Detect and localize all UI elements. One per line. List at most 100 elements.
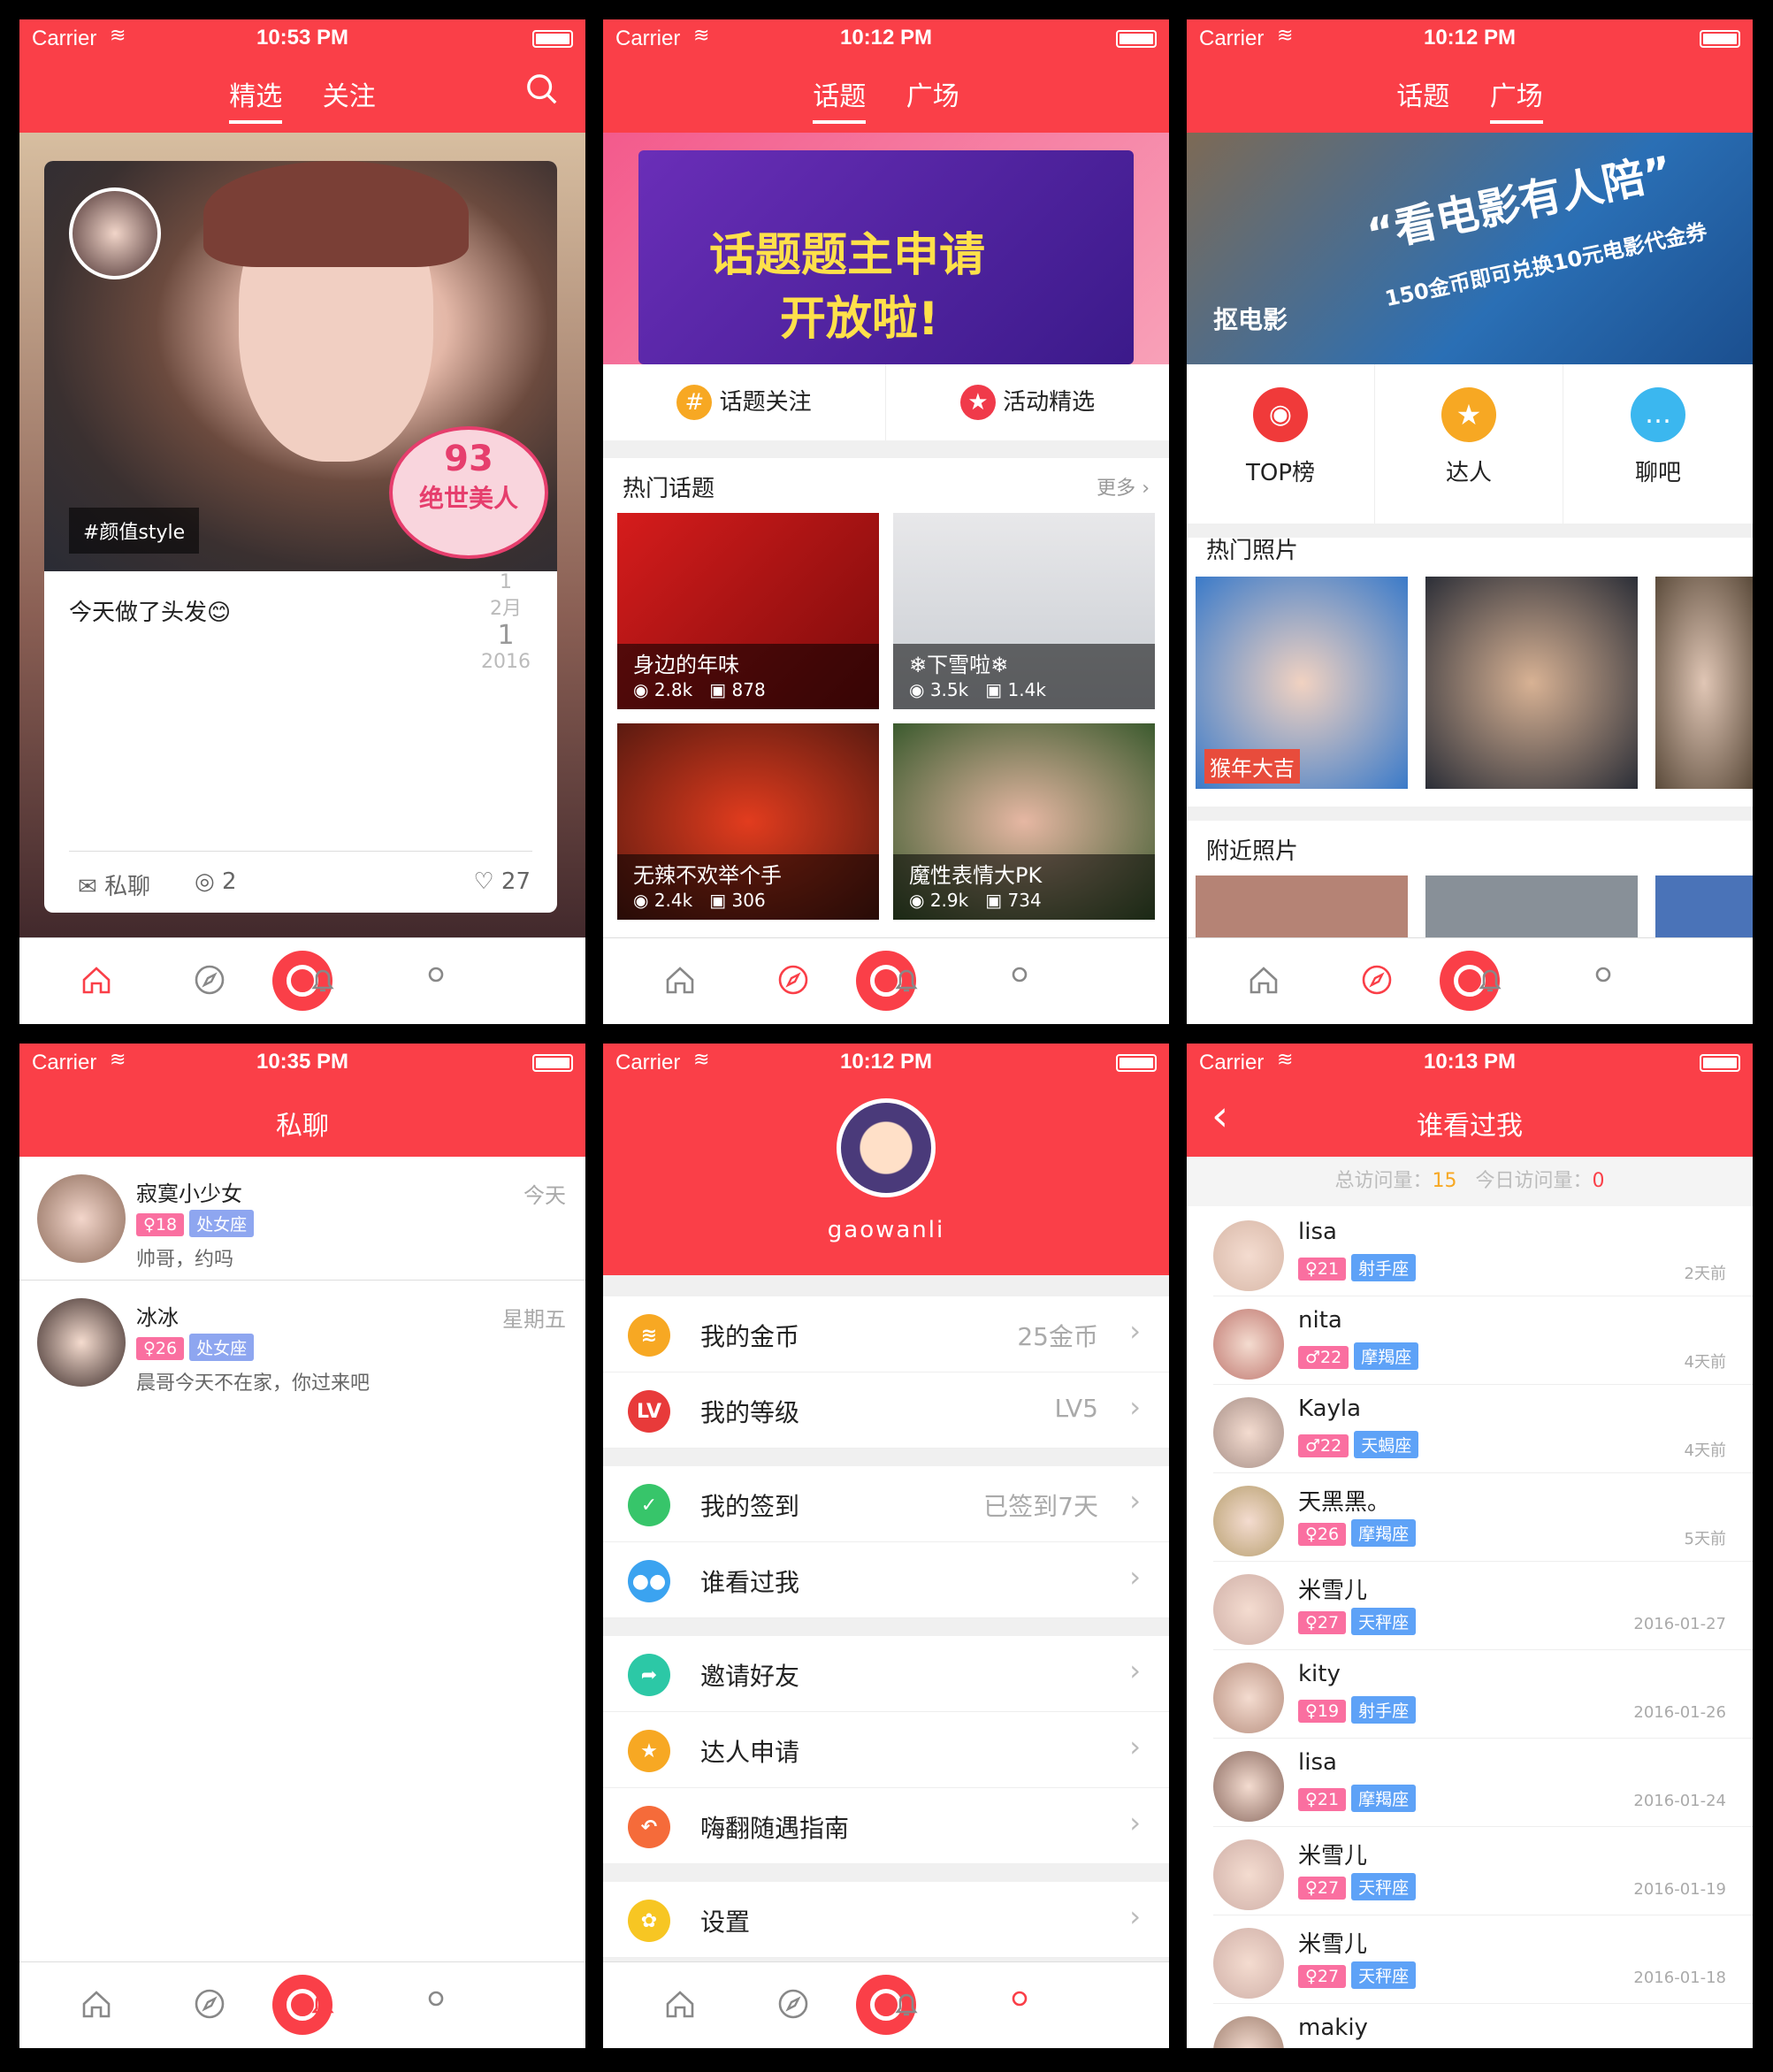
- menu-label: 邀请好友: [700, 1662, 800, 1691]
- visitor-row[interactable]: lisa ♀21 射手座 2天前: [1213, 1208, 1753, 1296]
- menu-row[interactable]: ✓ 我的签到 已签到7天 ›: [603, 1466, 1169, 1542]
- menu-row[interactable]: ●● 谁看过我 ›: [603, 1542, 1169, 1618]
- topic-pics: 734: [1007, 890, 1042, 911]
- tab-home[interactable]: [656, 958, 704, 1005]
- banner[interactable]: 话题题主申请 开放啦!: [603, 133, 1169, 364]
- tab-user[interactable]: [996, 958, 1043, 1005]
- topic-card[interactable]: 魔性表情大PK ◉ 2.9k ▣ 734: [893, 723, 1155, 920]
- tab-compass[interactable]: [1353, 958, 1401, 1005]
- photo-thumb[interactable]: [1425, 875, 1638, 946]
- menu-row[interactable]: ✿ 设置 ›: [603, 1882, 1169, 1958]
- menu-row[interactable]: LV 我的等级 LV5 ›: [603, 1372, 1169, 1449]
- photo-thumb[interactable]: [1196, 875, 1408, 946]
- visitor-row[interactable]: 米雪儿 ♀27 天秤座 2016-01-19: [1213, 1827, 1753, 1915]
- tab-compass[interactable]: [186, 1982, 233, 2030]
- profile-avatar[interactable]: [837, 1098, 936, 1197]
- tab-bell[interactable]: [883, 958, 930, 1005]
- tab-bell[interactable]: [299, 958, 347, 1005]
- chat-row[interactable]: 冰冰 ♀26 处女座 晨哥今天不在家，你过来吧 星期五: [19, 1281, 585, 1404]
- topic-views: 3.5k: [929, 679, 969, 700]
- comment-icon: ◎: [195, 868, 215, 895]
- topic-follow-label: 话题关注: [719, 389, 812, 416]
- photo-thumb[interactable]: 猴年大吉: [1196, 577, 1408, 789]
- age-badge: ♀18: [136, 1213, 185, 1236]
- menu-row[interactable]: ≋ 我的金币 25金币 ›: [603, 1296, 1169, 1372]
- more-label: 更多: [1097, 478, 1136, 500]
- visitor-row[interactable]: 米雪儿 ♀27 天秤座 2016-01-27: [1213, 1562, 1753, 1650]
- menu-row[interactable]: ↶ 嗨翻随遇指南 ›: [603, 1788, 1169, 1864]
- like-button[interactable]: ♡ 27: [473, 868, 531, 895]
- nav-bar: Carrier ≋ 10:53 PM 精选 关注: [19, 19, 585, 133]
- tag-label[interactable]: #颜值style: [69, 508, 200, 554]
- tab-bell[interactable]: [299, 1982, 347, 2030]
- tab-topics[interactable]: 话题: [1396, 74, 1449, 120]
- compass-icon: [1359, 962, 1395, 1001]
- topic-card[interactable]: 身边的年味 ◉ 2.8k ▣ 878: [617, 513, 879, 709]
- post-card[interactable]: #颜值style 93 绝世美人 今天做了头发😊 1 2月 1 2016 ✉ 私…: [44, 161, 557, 913]
- photo-thumb[interactable]: [1425, 577, 1638, 789]
- nav-bar: Carrier ≋ 10:12 PM 话题 广场: [603, 19, 1169, 133]
- menu-row[interactable]: ★ 达人申请 ›: [603, 1712, 1169, 1788]
- topic-pics: 878: [731, 679, 766, 700]
- activity-button[interactable]: ★ 活动精选: [886, 364, 1169, 440]
- visit-time: 2016-01-24: [1633, 1792, 1726, 1810]
- topic-follow-button[interactable]: # 话题关注: [603, 364, 886, 440]
- visitor-row[interactable]: kity ♀19 射手座 2016-01-26: [1213, 1650, 1753, 1739]
- tab-topics[interactable]: 话题: [813, 74, 867, 124]
- tab-home[interactable]: [1240, 958, 1288, 1005]
- chat-bar-button[interactable]: … 聊吧: [1563, 364, 1753, 524]
- tab-user[interactable]: [412, 958, 460, 1005]
- tab-compass[interactable]: [186, 958, 233, 1005]
- tab-square[interactable]: 广场: [906, 74, 959, 120]
- tab-user[interactable]: [996, 1982, 1043, 2030]
- top-list-button[interactable]: ◉ TOP榜: [1187, 364, 1375, 524]
- author-avatar[interactable]: [69, 187, 161, 279]
- visitor-row[interactable]: makiy: [1213, 2004, 1753, 2048]
- visitor-row[interactable]: lisa ♀21 摩羯座 2016-01-24: [1213, 1739, 1753, 1827]
- banner-line2: 开放啦!: [780, 293, 939, 346]
- search-icon[interactable]: [525, 73, 559, 106]
- chat-name: 寂寞小少女: [136, 1181, 242, 1206]
- tab-home[interactable]: [73, 1982, 120, 2030]
- topic-card[interactable]: ❄下雪啦❄ ◉ 3.5k ▣ 1.4k: [893, 513, 1155, 709]
- card-divider: [69, 851, 532, 852]
- visitor-row[interactable]: 米雪儿 ♀27 天秤座 2016-01-18: [1213, 1915, 1753, 2004]
- tab-home[interactable]: [73, 958, 120, 1005]
- chat-row[interactable]: 寂寞小少女 ♀18 处女座 帅哥，约吗 今天: [19, 1157, 585, 1281]
- tab-compass[interactable]: [769, 958, 817, 1005]
- post-date: 1 2月 1 2016: [481, 570, 531, 676]
- visitor-name: 米雪儿: [1298, 1578, 1368, 1604]
- visitor-name: 米雪儿: [1298, 1843, 1368, 1869]
- movie-banner[interactable]: “看电影有人陪” 150金币即可兑换10元电影代金券 抠电影: [1187, 133, 1753, 364]
- tab-home[interactable]: [656, 1982, 704, 2030]
- more-link[interactable]: 更多 ›: [1097, 472, 1150, 501]
- tab-compass[interactable]: [769, 1982, 817, 2030]
- comment-button[interactable]: ◎ 2: [195, 868, 237, 895]
- battery-icon: [532, 30, 573, 48]
- chevron-right-icon: ›: [1129, 1560, 1141, 1594]
- experts-button[interactable]: ★ 达人: [1375, 364, 1563, 524]
- status-bar: Carrier ≋ 10:35 PM: [19, 1044, 585, 1079]
- visitor-row[interactable]: Kayla ♂22 天蝎座 4天前: [1213, 1385, 1753, 1473]
- bell-icon: [305, 962, 340, 1001]
- message-button[interactable]: ✉ 私聊: [78, 868, 150, 901]
- chat-bar-label: 聊吧: [1634, 460, 1681, 486]
- visitor-row[interactable]: nita ♂22 摩羯座 4天前: [1213, 1296, 1753, 1385]
- topic-card[interactable]: 无辣不欢举个手 ◉ 2.4k ▣ 306: [617, 723, 879, 920]
- tab-following[interactable]: 关注: [323, 74, 376, 120]
- avatar: [37, 1174, 126, 1263]
- tab-user[interactable]: [412, 1982, 460, 2030]
- battery-icon: [1700, 1054, 1740, 1072]
- tab-featured[interactable]: 精选: [229, 74, 283, 124]
- home-icon: [79, 1986, 114, 2025]
- visitor-row[interactable]: 天黑黑。 ♀26 摩羯座 5天前: [1213, 1473, 1753, 1562]
- visitors-icon: ●●: [628, 1560, 670, 1602]
- photo-thumb[interactable]: [1655, 577, 1753, 789]
- tab-bell[interactable]: [883, 1982, 930, 2030]
- tab-bell[interactable]: [1466, 958, 1514, 1005]
- topic-name: 无辣不欢举个手: [633, 863, 782, 888]
- tab-square[interactable]: 广场: [1489, 74, 1543, 124]
- menu-row[interactable]: ➦ 邀请好友 ›: [603, 1636, 1169, 1712]
- tab-user[interactable]: [1579, 958, 1627, 1005]
- photo-thumb[interactable]: [1655, 875, 1753, 946]
